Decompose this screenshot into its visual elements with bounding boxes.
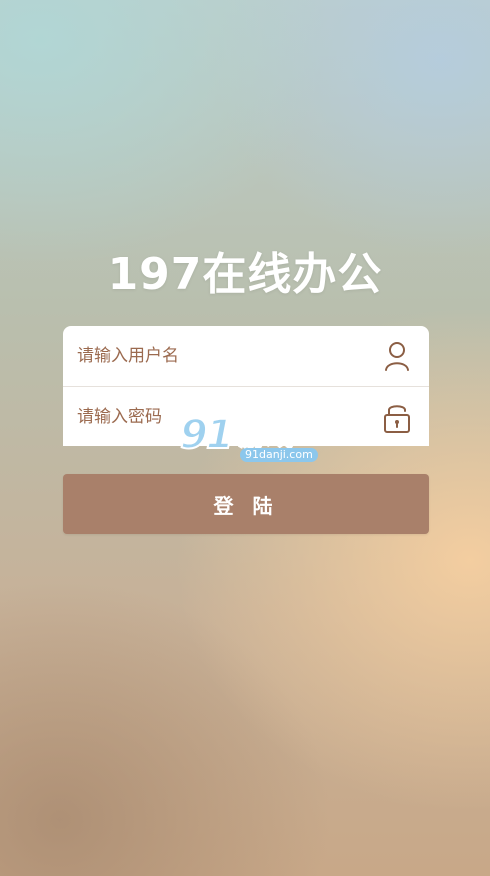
unlock-icon bbox=[379, 399, 415, 435]
app-title: 197在线办公 bbox=[107, 249, 383, 300]
watermark-number: 91 bbox=[179, 411, 235, 459]
watermark-logo: 91 游戏 91danji.com bbox=[179, 411, 320, 464]
watermark-site: 91danji.com bbox=[240, 448, 318, 462]
username-input[interactable] bbox=[63, 326, 377, 386]
login-screen: 197在线办公 91 游戏 bbox=[0, 0, 490, 876]
username-row bbox=[63, 326, 429, 386]
user-icon bbox=[379, 338, 415, 374]
login-button[interactable]: 登 陆 bbox=[63, 474, 429, 534]
